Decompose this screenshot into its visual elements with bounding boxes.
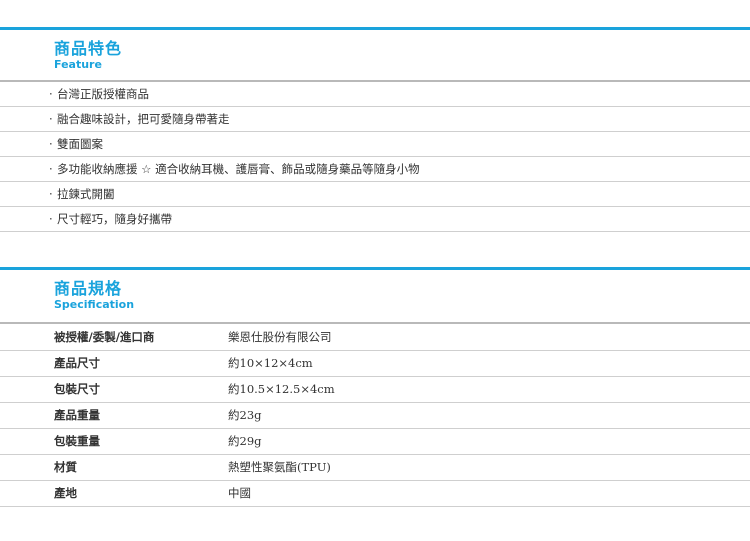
feature-text: 台灣正版授權商品 bbox=[57, 87, 149, 101]
spec-value: 約10×12×4cm bbox=[228, 356, 313, 370]
spec-key: 產品重量 bbox=[54, 408, 100, 422]
list-item: · 雙面圖案 bbox=[0, 132, 750, 157]
spec-key: 材質 bbox=[54, 460, 77, 474]
feature-section: 商品特色 Feature · 台灣正版授權商品 · 融合趣味設計，把可愛隨身帶著走 … bbox=[0, 27, 750, 232]
feature-text: 尺寸輕巧，隨身好攜帶 bbox=[57, 212, 172, 226]
feature-heading: 商品特色 Feature bbox=[0, 30, 750, 77]
spec-subtitle: Specification bbox=[54, 298, 135, 311]
table-row: 材質 熱塑性聚氨酯(TPU) bbox=[0, 454, 750, 480]
spec-value: 熱塑性聚氨酯(TPU) bbox=[228, 460, 331, 474]
spec-key: 產品尺寸 bbox=[54, 356, 100, 370]
bullet: · bbox=[49, 112, 53, 126]
feature-text: 多功能收納應援 ☆ 適合收納耳機、護唇膏、飾品或隨身藥品等隨身小物 bbox=[57, 162, 420, 176]
feature-subtitle: Feature bbox=[54, 58, 102, 71]
spec-section: 商品規格 Specification 被授權/委製/進口商 樂恩仕股份有限公司 產… bbox=[0, 267, 750, 507]
list-item: · 多功能收納應援 ☆ 適合收納耳機、護唇膏、飾品或隨身藥品等隨身小物 bbox=[0, 157, 750, 182]
spec-table: 被授權/委製/進口商 樂恩仕股份有限公司 產品尺寸 約10×12×4cm 包裝尺寸約… bbox=[0, 324, 750, 507]
list-item: · 尺寸輕巧，隨身好攜帶 bbox=[0, 207, 750, 232]
table-row: 產品尺寸 約10×12×4cm bbox=[0, 350, 750, 376]
feature-text: 拉鍊式開闔 bbox=[57, 187, 115, 201]
feature-text: 雙面圖案 bbox=[57, 137, 103, 151]
spec-heading: 商品規格 Specification bbox=[0, 270, 750, 317]
spec-value: 約23g bbox=[228, 408, 262, 422]
spec-key: 產地 bbox=[54, 486, 77, 500]
bullet: · bbox=[49, 87, 53, 101]
spec-key: 包裝尺寸 bbox=[54, 382, 100, 396]
table-row: 包裝重量 約29g bbox=[0, 428, 750, 454]
list-item: · 拉鍊式開闔 bbox=[0, 182, 750, 207]
spec-value: 樂恩仕股份有限公司 bbox=[228, 329, 332, 344]
spec-value: 約10.5×12.5×4cm bbox=[228, 382, 335, 396]
spec-key: 被授權/委製/進口商 bbox=[54, 329, 155, 344]
list-item: · 融合趣味設計，把可愛隨身帶著走 bbox=[0, 107, 750, 132]
spec-value: 約29g bbox=[228, 434, 262, 448]
bullet: · bbox=[49, 137, 53, 151]
feature-list: · 台灣正版授權商品 · 融合趣味設計，把可愛隨身帶著走 · 雙面圖案 · 多功能收納應… bbox=[0, 82, 750, 232]
feature-title: 商品特色 bbox=[54, 39, 123, 58]
table-row: 被授權/委製/進口商 樂恩仕股份有限公司 bbox=[0, 324, 750, 350]
spec-title: 商品規格 bbox=[54, 279, 123, 298]
table-row: 包裝尺寸 約10.5×12.5×4cm bbox=[0, 376, 750, 402]
list-item: · 台灣正版授權商品 bbox=[0, 82, 750, 107]
table-row: 產地 中國 bbox=[0, 480, 750, 506]
bullet: · bbox=[49, 212, 53, 226]
bullet: · bbox=[49, 162, 53, 176]
spec-value: 中國 bbox=[228, 486, 251, 500]
feature-text: 融合趣味設計，把可愛隨身帶著走 bbox=[57, 112, 230, 126]
spec-key: 包裝重量 bbox=[54, 434, 100, 448]
table-row: 產品重量 約23g bbox=[0, 402, 750, 428]
bullet: · bbox=[49, 187, 53, 201]
